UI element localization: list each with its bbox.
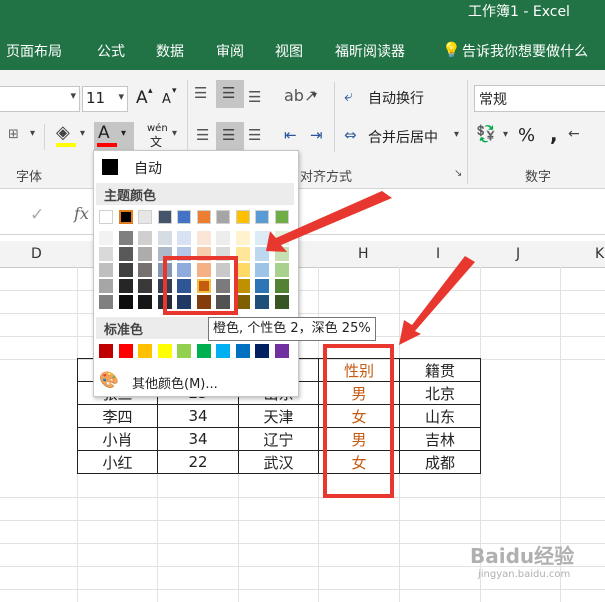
arrow-to-swatch-icon bbox=[266, 191, 392, 252]
annotation-arrows bbox=[266, 191, 475, 345]
watermark-main: Baidu经验 bbox=[470, 544, 575, 568]
arrow-to-column-icon bbox=[399, 256, 475, 345]
watermark: Baidu经验 jingyan.baidu.com bbox=[470, 540, 574, 580]
watermark-sub: jingyan.baidu.com bbox=[478, 569, 571, 580]
